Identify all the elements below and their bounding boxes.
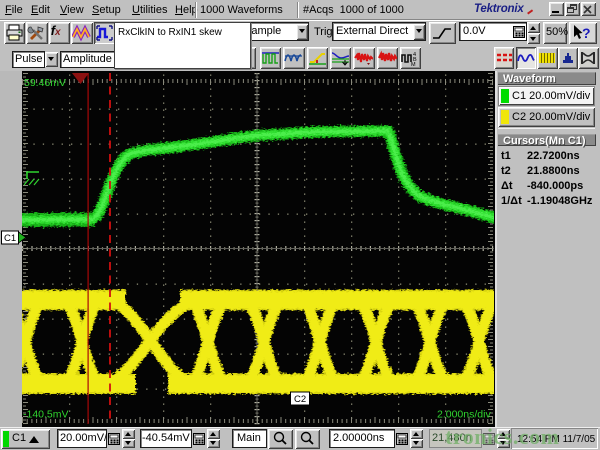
svg-text:C1: C1 bbox=[4, 233, 16, 244]
svg-text:?: ? bbox=[582, 25, 591, 41]
svg-text:M: M bbox=[411, 62, 416, 67]
svg-text:59.46mV: 59.46mV bbox=[24, 77, 66, 89]
svg-text:-140.5mV: -140.5mV bbox=[23, 409, 69, 421]
svg-text:C2: C2 bbox=[294, 394, 306, 405]
svg-text:2.000ns/div: 2.000ns/div bbox=[437, 409, 491, 421]
